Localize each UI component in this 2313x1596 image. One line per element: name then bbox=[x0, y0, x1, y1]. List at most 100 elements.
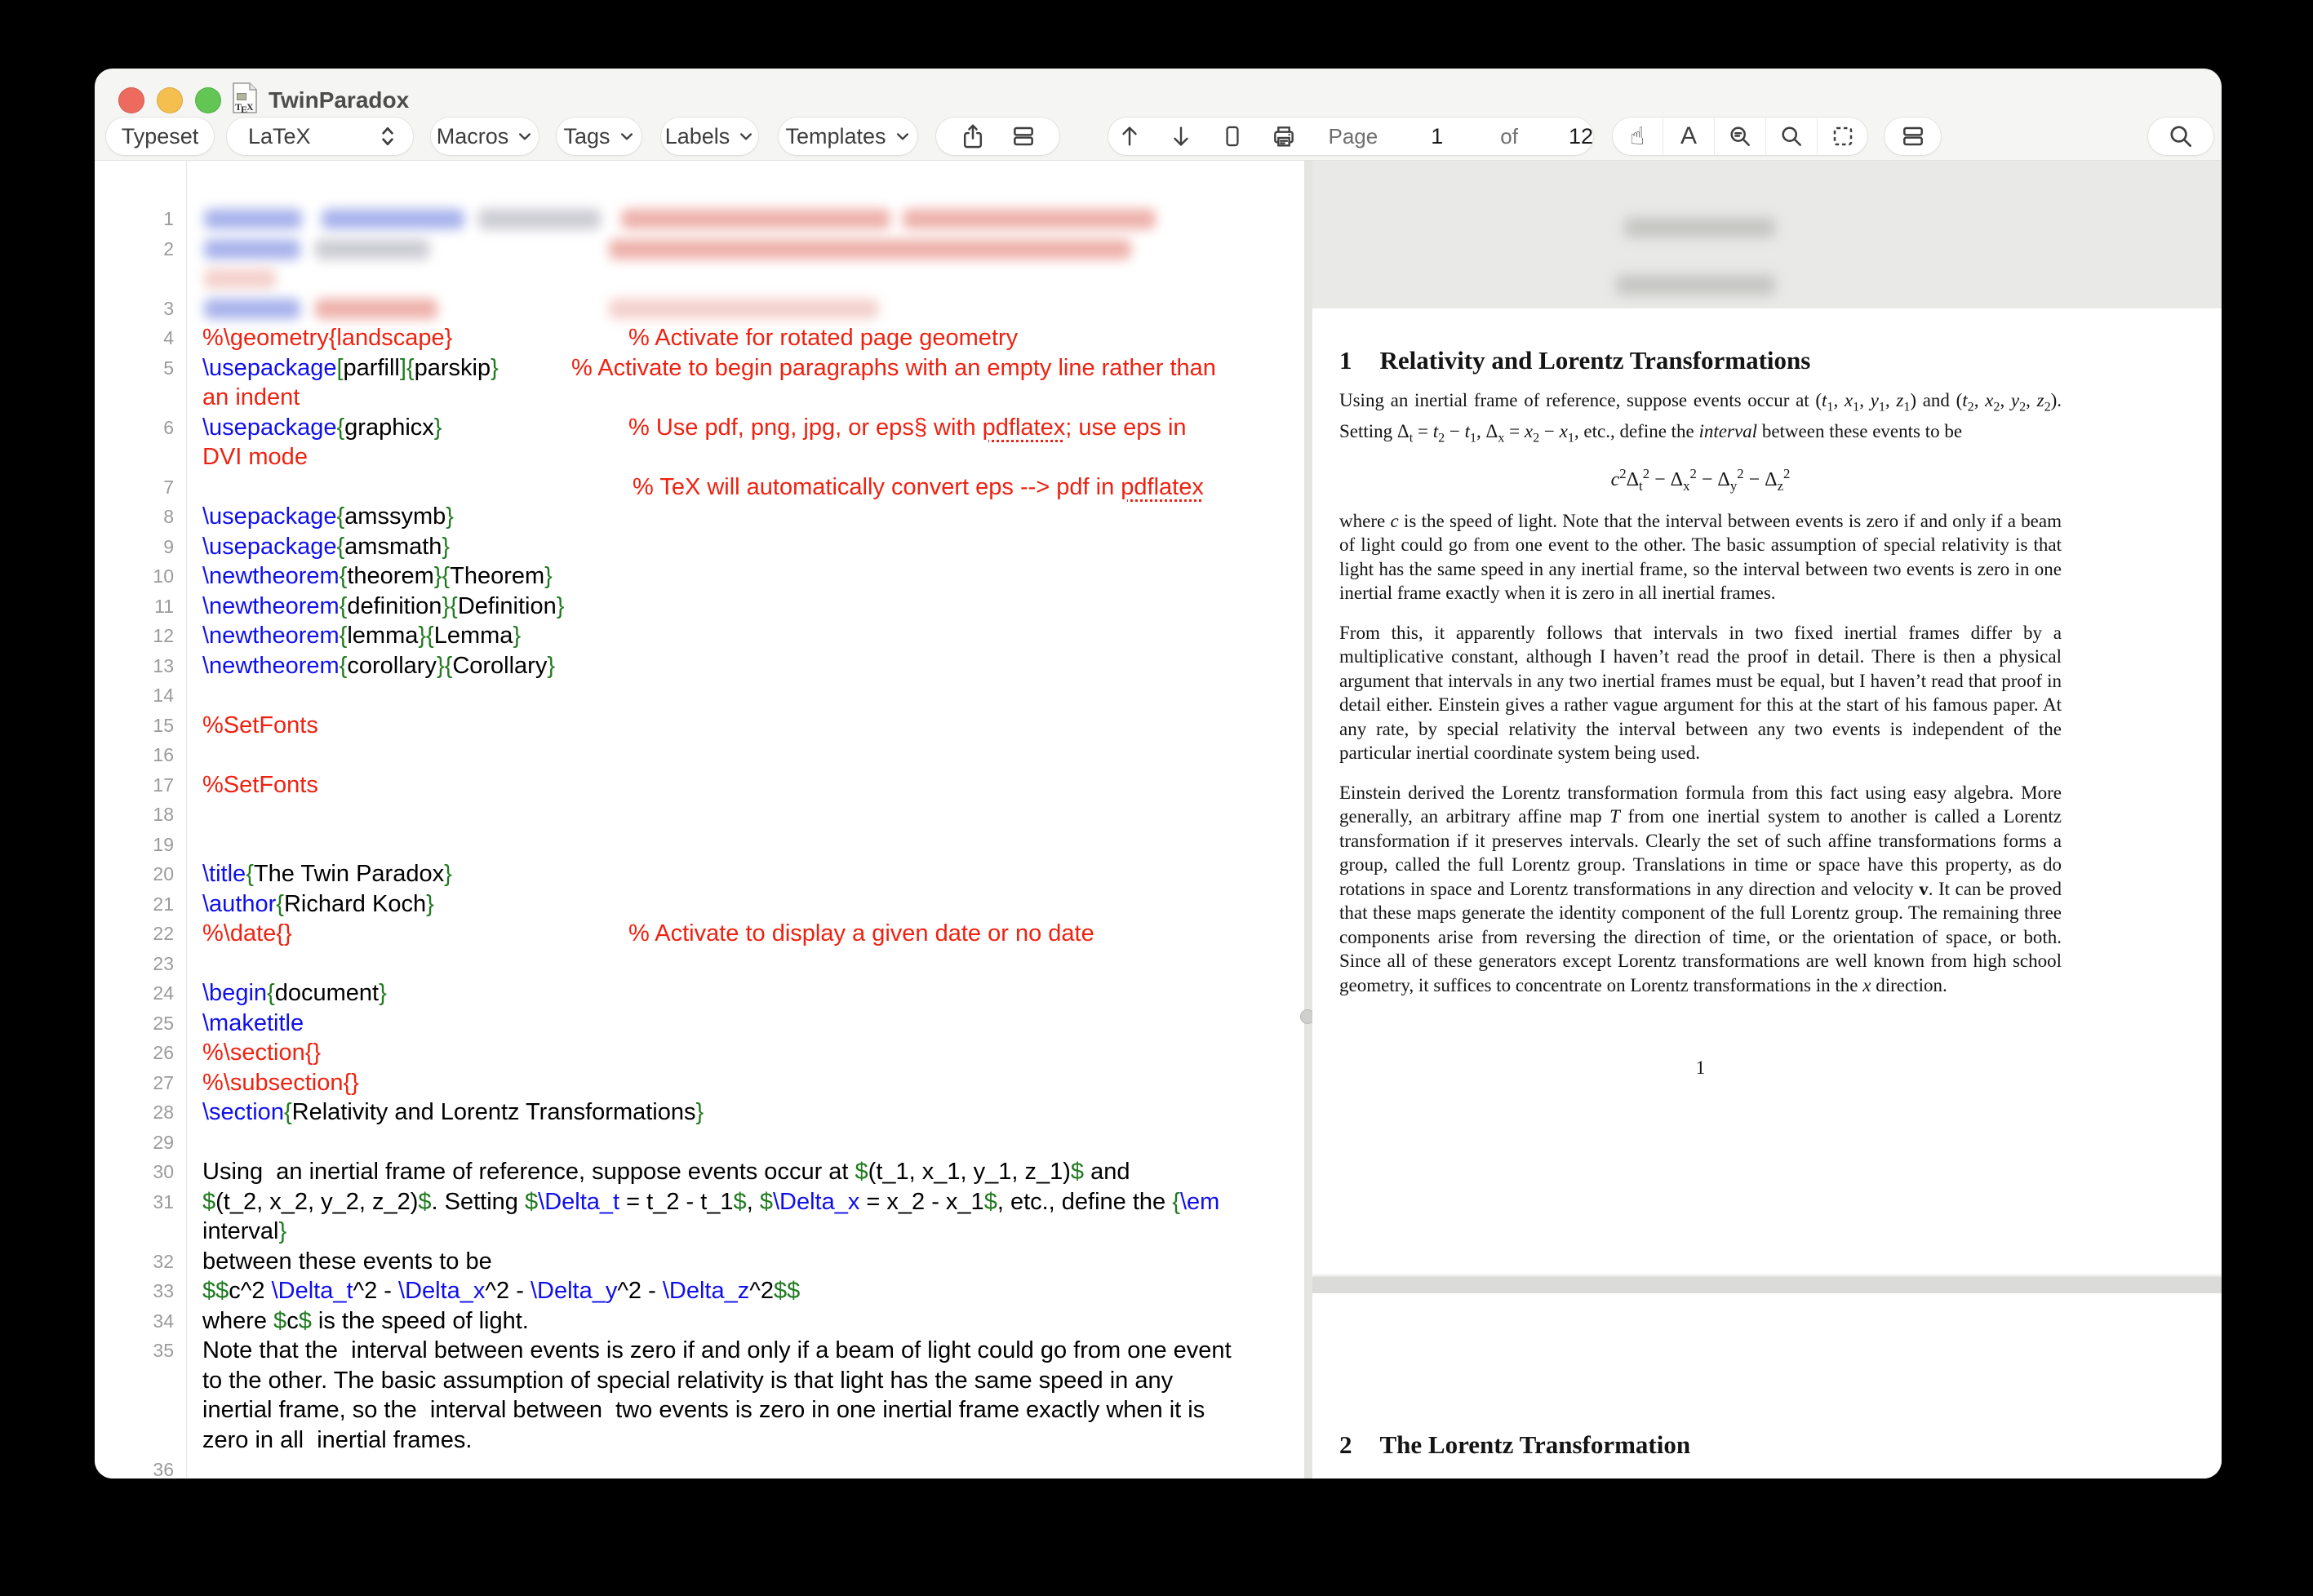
share-layout-group bbox=[936, 117, 1059, 155]
paragraph: where c is the speed of light. Note that… bbox=[1339, 509, 2062, 605]
editor-row: 35Note that the interval between events … bbox=[95, 1336, 1304, 1366]
page-total: 12 bbox=[1569, 124, 1593, 149]
line-number: 18 bbox=[95, 800, 174, 830]
paragraph: Using an inertial frame of reference, su… bbox=[1339, 388, 2062, 450]
page-number-field[interactable]: 1 bbox=[1431, 124, 1443, 149]
editor-row: 9\usepackage{amsmath} bbox=[95, 532, 1304, 562]
blurred-code-text bbox=[204, 239, 300, 259]
line-number: 24 bbox=[95, 978, 174, 1009]
editor-row: 31$(t_2, x_2, y_2, z_2)$. Setting $\Delt… bbox=[95, 1187, 1304, 1217]
share-icon[interactable] bbox=[960, 122, 986, 150]
previous-page-icon[interactable] bbox=[1108, 124, 1152, 149]
marquee-select-tool-icon[interactable] bbox=[1817, 117, 1867, 155]
editor-row: 11\newtheorem{definition}{Definition} bbox=[95, 592, 1304, 622]
typeset-button[interactable]: Typeset bbox=[106, 117, 214, 155]
editor-row: DVI mode bbox=[95, 442, 1304, 472]
pdf-preview[interactable]: 1 Relativity and Lorentz Transformations… bbox=[1312, 161, 2222, 1479]
page-layout-button[interactable] bbox=[1885, 117, 1941, 155]
page-folio: 1 bbox=[1339, 1057, 2062, 1079]
hand-tool-icon[interactable]: ☝ bbox=[1613, 117, 1663, 155]
editor-row: 24\begin{document} bbox=[95, 978, 1304, 1009]
line-number: 29 bbox=[95, 1128, 174, 1158]
editor-row: 5\usepackage[parfill]{parskip}% Activate… bbox=[95, 353, 1304, 383]
labels-menu[interactable]: Labels bbox=[661, 117, 758, 155]
zoom-text-tool-icon[interactable] bbox=[1714, 117, 1765, 155]
engine-select[interactable]: LaTeX bbox=[227, 117, 413, 155]
editor-row: 1 bbox=[95, 204, 1304, 234]
labels-label: Labels bbox=[665, 124, 730, 149]
line-number: 13 bbox=[95, 651, 174, 681]
blurred-code-text bbox=[478, 209, 601, 229]
line-number: 31 bbox=[95, 1187, 174, 1217]
editor-row: 34where $c$ is the speed of light. bbox=[95, 1306, 1304, 1337]
blurred-code-text bbox=[609, 299, 878, 319]
line-number: 19 bbox=[95, 830, 174, 860]
tags-menu[interactable]: Tags bbox=[557, 117, 642, 155]
page-layout-icon bbox=[1900, 123, 1926, 149]
zoom-window-icon[interactable] bbox=[195, 87, 221, 113]
line-number: 30 bbox=[95, 1157, 174, 1187]
title-bar[interactable]: T E X TwinParadox bbox=[95, 69, 2222, 114]
editor-row: 36 bbox=[95, 1455, 1304, 1479]
tags-label: Tags bbox=[563, 124, 610, 149]
text-select-tool-icon[interactable]: A bbox=[1663, 117, 1714, 155]
page-label: Page bbox=[1329, 124, 1378, 149]
blurred-code-text bbox=[609, 239, 1131, 259]
single-page-icon[interactable] bbox=[1211, 123, 1254, 149]
blurred-code-text bbox=[204, 299, 300, 319]
line-number: 3 bbox=[95, 294, 174, 324]
line-number: 35 bbox=[95, 1336, 174, 1366]
blurred-code-text bbox=[204, 209, 302, 229]
editor-row: 10\newtheorem{theorem}{Theorem} bbox=[95, 561, 1304, 592]
of-label: of bbox=[1500, 124, 1518, 149]
line-number: 22 bbox=[95, 919, 174, 949]
split-rows-icon[interactable] bbox=[1010, 123, 1037, 149]
editor-row: 8\usepackage{amssymb} bbox=[95, 502, 1304, 532]
svg-text:X: X bbox=[246, 101, 254, 113]
pdf-nav-group: Page 1 of 12 bbox=[1108, 117, 1593, 155]
editor-row: 25\maketitle bbox=[95, 1009, 1304, 1039]
editor-row: 29 bbox=[95, 1128, 1304, 1158]
section-number: 2 bbox=[1339, 1430, 1352, 1460]
editor-row: 4%\geometry{landscape}% Activate for rot… bbox=[95, 323, 1304, 353]
editor-row: 32between these events to be bbox=[95, 1247, 1304, 1277]
templates-menu[interactable]: Templates bbox=[779, 117, 917, 155]
blurred-code-text bbox=[903, 209, 1156, 229]
line-number: 16 bbox=[95, 740, 174, 770]
macros-menu[interactable]: Macros bbox=[431, 117, 539, 155]
search-icon bbox=[2167, 122, 2195, 150]
editor-row: an indent bbox=[95, 383, 1304, 413]
close-window-icon[interactable] bbox=[118, 87, 144, 113]
print-icon[interactable] bbox=[1263, 123, 1306, 149]
editor-row: 18 bbox=[95, 800, 1304, 830]
pdf-page-1: 1 Relativity and Lorentz Transformations… bbox=[1312, 308, 2222, 1277]
line-number: 8 bbox=[95, 502, 174, 532]
line-number: 7 bbox=[95, 472, 174, 503]
blurred-title-text bbox=[1624, 218, 1775, 237]
editor-row: 23 bbox=[95, 949, 1304, 979]
editor-row: 19 bbox=[95, 830, 1304, 860]
editor-row: 28\section{Relativity and Lorentz Transf… bbox=[95, 1097, 1304, 1128]
section-title: Relativity and Lorentz Transformations bbox=[1380, 346, 1811, 375]
source-editor[interactable]: 1234%\geometry{landscape}% Activate for … bbox=[95, 161, 1304, 1479]
next-page-icon[interactable] bbox=[1160, 124, 1203, 149]
section-heading-1: 1 Relativity and Lorentz Transformations bbox=[1339, 346, 2062, 375]
line-number: 17 bbox=[95, 770, 174, 800]
line-number: 15 bbox=[95, 711, 174, 741]
line-number: 34 bbox=[95, 1306, 174, 1337]
editor-row: 7% TeX will automatically convert eps --… bbox=[95, 472, 1304, 503]
minimize-window-icon[interactable] bbox=[157, 87, 183, 113]
editor-row: 2 bbox=[95, 234, 1304, 264]
latex-document-icon: T E X bbox=[231, 82, 259, 118]
blurred-code-text bbox=[315, 299, 437, 319]
editor-rows: 1234%\geometry{landscape}% Activate for … bbox=[95, 204, 1304, 1479]
editor-row: to the other. The basic assumption of sp… bbox=[95, 1366, 1304, 1396]
chevron-down-icon bbox=[895, 128, 911, 144]
screen: T E X TwinParadox Typeset LaTeX bbox=[0, 0, 2313, 1596]
line-number: 33 bbox=[95, 1276, 174, 1306]
magnifier-tool-icon[interactable] bbox=[1765, 117, 1817, 155]
page-separator bbox=[1312, 1277, 2222, 1293]
search-button[interactable] bbox=[2148, 117, 2213, 155]
line-number: 9 bbox=[95, 532, 174, 562]
pane-divider[interactable] bbox=[1304, 161, 1312, 1479]
